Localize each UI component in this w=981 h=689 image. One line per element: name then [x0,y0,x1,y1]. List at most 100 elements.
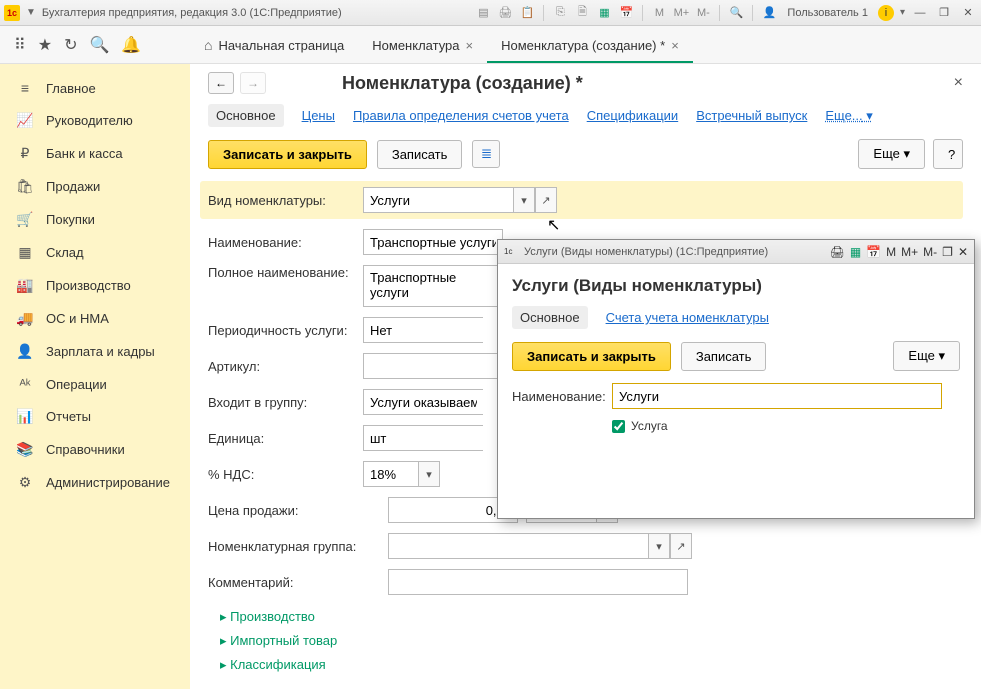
section-tab-main[interactable]: Основное [208,104,284,127]
sidebar-item-label: Руководителю [46,113,133,128]
popup-tab-accounts[interactable]: Счета учета номенклатуры [606,310,769,325]
nomgroup-label: Номенклатурная группа: [208,539,388,554]
more-button[interactable]: Еще ▾ [858,139,925,169]
sidebar-item-operations[interactable]: ᴬᵏ Операции [0,368,190,400]
compare-icon[interactable]: ⎘ [552,5,568,21]
search-icon[interactable]: 🔍 [89,35,109,55]
grid-icon[interactable]: ▦ [596,5,612,21]
nomgroup-dropdown-button[interactable]: ▾ [648,533,670,559]
sidebar-item-label: Операции [46,377,107,392]
apps-grid-icon[interactable]: ⠿ [14,35,26,55]
zoom-icon[interactable]: 🔍 [728,5,744,21]
back-button[interactable]: ← [208,72,234,94]
vat-dropdown-button[interactable]: ▾ [418,461,440,487]
sidebar-item-main[interactable]: ≡Главное [0,72,190,104]
type-input[interactable] [363,187,513,213]
tree-production[interactable]: Производство [208,605,963,629]
popup-grid-icon[interactable]: ▦ [850,245,861,259]
fullname-input[interactable]: Транспортные услуги [363,265,503,307]
section-tab-prices[interactable]: Цены [302,108,335,123]
doc-icon[interactable]: 🗎 [574,5,590,21]
close-icon[interactable]: × [466,38,474,53]
tab-nomenclature-create[interactable]: Номенклатура (создание) * × [487,28,693,63]
vat-input[interactable] [363,461,418,487]
popup-name-label: Наименование: [512,389,612,404]
service-checkbox[interactable] [612,420,625,433]
sidebar-item-purchases[interactable]: 🛒Покупки [0,203,190,236]
period-input[interactable] [363,317,483,343]
minimize-button[interactable]: — [911,5,929,21]
sku-input[interactable] [363,353,503,379]
sidebar-item-bank[interactable]: ₽Банк и касса [0,137,190,170]
close-button[interactable]: ✕ [959,5,977,21]
tree-import[interactable]: Импортный товар [208,629,963,653]
popup-name-input[interactable] [612,383,942,409]
popup-title: Услуги (Виды номенклатуры) [512,276,960,296]
tab-nomenclature[interactable]: Номенклатура × [358,28,487,63]
menu-icon: ≡ [16,80,34,96]
info-icon[interactable]: i [878,5,894,21]
nomgroup-open-button[interactable]: ↗ [670,533,692,559]
popup-print-icon[interactable]: 🖨 [830,245,845,259]
print-icon[interactable]: 🖨 [497,5,513,21]
sidebar-item-salary[interactable]: 👤Зарплата и кадры [0,335,190,368]
sidebar-item-production[interactable]: 🏭Производство [0,269,190,302]
app-menu-dropdown[interactable]: ▼ [26,7,36,18]
group-input[interactable] [363,389,483,415]
name-input[interactable] [363,229,503,255]
save-close-button[interactable]: Записать и закрыть [208,140,367,169]
section-tab-specs[interactable]: Спецификации [587,108,679,123]
popup-save-button[interactable]: Записать [681,342,767,371]
type-open-button[interactable]: ↗ [535,187,557,213]
popup-mminus-icon[interactable]: M- [923,245,937,259]
save-button[interactable]: Записать [377,140,463,169]
print-preview-icon[interactable]: ▤ [475,5,491,21]
unit-input[interactable] [363,425,483,451]
popup-maximize-button[interactable]: ❐ [942,245,953,259]
history-icon[interactable]: ↻ [64,35,77,55]
separator [752,5,753,21]
comment-input[interactable] [388,569,688,595]
tree-class[interactable]: Классификация [208,653,963,677]
forward-button[interactable]: → [240,72,266,94]
sidebar-item-directories[interactable]: 📚Справочники [0,433,190,466]
copy-icon[interactable]: 📋 [519,5,535,21]
fullname-label: Полное наименование: [208,265,363,280]
popup-save-close-button[interactable]: Записать и закрыть [512,342,671,371]
popup-calendar-icon[interactable]: 📅 [866,245,881,259]
info-dropdown[interactable]: ▾ [900,7,905,18]
user-icon[interactable]: 👤 [761,5,777,21]
tab-home[interactable]: ⌂ Начальная страница [190,27,358,63]
popup-more-button[interactable]: Еще ▾ [893,341,960,371]
m-plus-icon[interactable]: M+ [673,5,689,21]
section-tab-rules[interactable]: Правила определения счетов учета [353,108,569,123]
sidebar-item-sales[interactable]: 🛍Продажи [0,170,190,203]
calendar-icon[interactable]: 📅 [618,5,634,21]
sidebar-item-reports[interactable]: 📊Отчеты [0,400,190,433]
bell-icon[interactable]: 🔔 [121,35,141,55]
help-button[interactable]: ? [933,139,963,169]
section-tab-counter[interactable]: Встречный выпуск [696,108,807,123]
popup-close-button[interactable]: ✕ [958,245,968,259]
m-minus-icon[interactable]: M- [695,5,711,21]
tab-label: Номенклатура (создание) * [501,38,665,53]
type-dropdown-button[interactable]: ▾ [513,187,535,213]
truck-icon: 🚚 [16,310,34,327]
list-icon-button[interactable]: ≣ [472,140,500,168]
close-icon[interactable]: × [671,38,679,53]
sidebar-item-admin[interactable]: ⚙Администрирование [0,466,190,499]
popup-tab-main[interactable]: Основное [512,306,588,329]
user-name[interactable]: Пользователь 1 [787,7,868,19]
popup-m-icon[interactable]: M [886,245,896,259]
sidebar-item-manager[interactable]: 📈Руководителю [0,104,190,137]
nomgroup-input[interactable] [388,533,648,559]
maximize-button[interactable]: ❐ [935,5,953,21]
m-icon[interactable]: M [651,5,667,21]
section-tab-more[interactable]: Еще... ▾ [825,108,872,124]
close-page-button[interactable]: × [954,74,963,92]
sidebar-item-assets[interactable]: 🚚ОС и НМА [0,302,190,335]
sidebar-item-warehouse[interactable]: ▦Склад [0,236,190,269]
star-icon[interactable]: ★ [38,35,52,55]
popup-mplus-icon[interactable]: M+ [901,245,918,259]
operations-icon: ᴬᵏ [16,376,34,392]
